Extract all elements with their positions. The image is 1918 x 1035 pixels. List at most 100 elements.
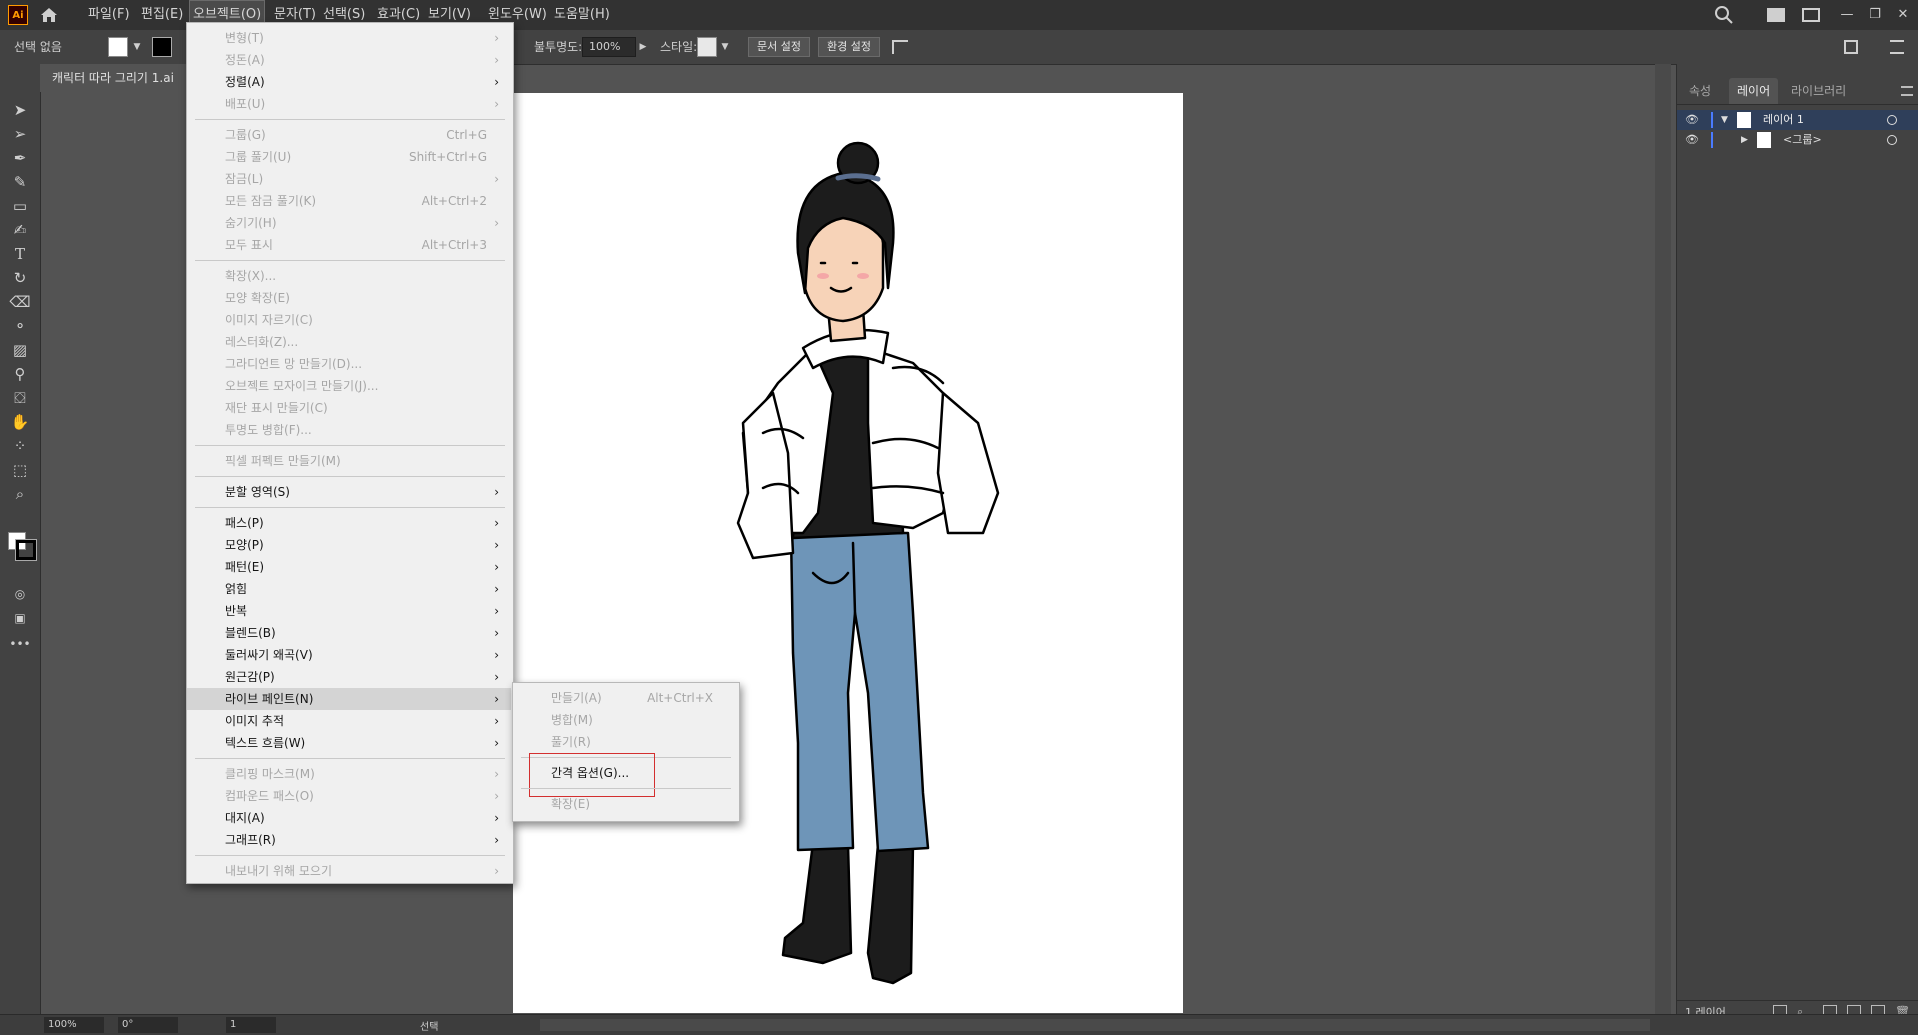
search-icon[interactable] <box>1714 5 1734 25</box>
object-menu-item[interactable]: 라이브 페인트(N) › <box>187 688 511 710</box>
menu-1[interactable]: 편집(E) <box>137 0 187 30</box>
object-menu-item[interactable]: 잠금(L) › <box>187 168 511 190</box>
fill-swatch[interactable] <box>108 37 128 57</box>
object-menu-item[interactable]: 이미지 자르기(C) <box>187 309 511 331</box>
object-menu-item[interactable]: 둘러싸기 왜곡(V) › <box>187 644 511 666</box>
live-paint-menu-item[interactable]: 확장(E) <box>513 793 737 815</box>
object-menu-item[interactable]: 모든 잠금 풀기(K) Alt+Ctrl+2 <box>187 190 511 212</box>
object-menu-item[interactable]: 모양(P) › <box>187 534 511 556</box>
rotation-field[interactable]: 0° <box>118 1017 178 1033</box>
object-menu-item[interactable]: 반복 › <box>187 600 511 622</box>
object-menu-item[interactable]: 원근감(P) › <box>187 666 511 688</box>
object-menu-item[interactable]: 패턴(E) › <box>187 556 511 578</box>
object-menu-item[interactable]: 레스터화(Z)... <box>187 331 511 353</box>
panel-options-icon[interactable] <box>1844 40 1858 54</box>
chevron-down-icon[interactable]: ▼ <box>130 37 144 57</box>
zoom-field[interactable]: 100% <box>44 1017 104 1033</box>
artboard-tool-icon[interactable]: ⬚ <box>8 460 32 480</box>
artboard[interactable] <box>513 93 1183 1013</box>
document-tab[interactable]: 캐릭터 따라 그리기 1.ai <box>40 64 191 92</box>
object-menu-item[interactable]: 확장(X)... <box>187 265 511 287</box>
object-menu-item[interactable]: 재단 표시 만들기(C) <box>187 397 511 419</box>
chevron-down-icon[interactable]: ▼ <box>1721 110 1728 130</box>
chevron-right-icon[interactable]: ▶ <box>1741 130 1748 150</box>
tab-properties[interactable]: 속성 <box>1681 78 1719 104</box>
object-menu-item[interactable]: 변형(T) › <box>187 27 511 49</box>
vertical-scrollbar[interactable] <box>1655 64 1671 1014</box>
rectangle-tool-icon[interactable]: ▭ <box>8 196 32 216</box>
object-menu-item[interactable]: 오브젝트 모자이크 만들기(J)... <box>187 375 511 397</box>
menu-8[interactable]: 도움말(H) <box>550 0 614 30</box>
menu-icon[interactable] <box>1890 40 1904 54</box>
object-menu-item[interactable]: 모양 확장(E) <box>187 287 511 309</box>
object-menu-item[interactable]: 그룹(G) Ctrl+G <box>187 124 511 146</box>
direct-selection-tool-icon[interactable]: ➢ <box>8 124 32 144</box>
object-menu-item[interactable]: 모두 표시 Alt+Ctrl+3 <box>187 234 511 256</box>
rotate-tool-icon[interactable]: ↻ <box>8 268 32 288</box>
object-menu-item[interactable]: 텍스트 흐름(W) › <box>187 732 511 754</box>
object-menu-item[interactable]: 그래프(R) › <box>187 829 511 851</box>
shape-builder-tool-icon[interactable]: ⚬ <box>8 316 32 336</box>
layer-name[interactable]: 레이어 1 <box>1763 110 1804 130</box>
stroke-color-box[interactable] <box>15 539 37 561</box>
layer-row[interactable]: 👁 ▼ 레이어 1 <box>1677 110 1918 130</box>
target-circle-icon[interactable] <box>1887 115 1897 125</box>
object-menu-item[interactable]: 정렬(A) › <box>187 71 511 93</box>
eraser-tool-icon[interactable]: ⌫ <box>8 292 32 312</box>
more-tools-icon[interactable]: ••• <box>8 634 32 654</box>
object-menu-item[interactable]: 배포(U) › <box>187 93 511 115</box>
symbol-sprayer-icon[interactable]: ⁘ <box>8 436 32 456</box>
tab-libraries[interactable]: 라이브러리 <box>1783 78 1854 104</box>
object-menu-item[interactable]: 얽힘 › <box>187 578 511 600</box>
visibility-eye-icon[interactable]: 👁 <box>1685 110 1699 130</box>
object-menu-item[interactable]: 투명도 병합(F)... <box>187 419 511 441</box>
curvature-tool-icon[interactable]: ✎ <box>8 172 32 192</box>
eyedropper-tool-icon[interactable]: ⚲ <box>8 364 32 384</box>
object-menu-item[interactable]: 내보내기 위해 모으기 › <box>187 860 511 882</box>
screen-mode-icon[interactable]: ▣ <box>8 608 32 628</box>
object-menu-item[interactable]: 이미지 추적 › <box>187 710 511 732</box>
object-menu-item[interactable]: 패스(P) › <box>187 512 511 534</box>
style-swatch[interactable] <box>697 37 717 57</box>
panel-menu-icon[interactable] <box>1901 86 1913 96</box>
object-menu-item[interactable]: 블렌드(B) › <box>187 622 511 644</box>
puppet-warp-tool-icon[interactable]: ✋ <box>8 412 32 432</box>
live-paint-bucket-icon[interactable]: ⛋ <box>8 388 32 408</box>
object-menu-item[interactable]: 대지(A) › <box>187 807 511 829</box>
opacity-input[interactable]: 100% <box>582 37 636 57</box>
live-paint-menu-item[interactable]: 병합(M) <box>513 709 737 731</box>
artboard-number-field[interactable]: 1 <box>226 1017 276 1033</box>
draw-mode-icon[interactable]: ◎ <box>8 584 32 604</box>
chevron-down-icon[interactable]: ▼ <box>718 37 732 57</box>
minimize-button[interactable]: — <box>1832 4 1862 26</box>
visibility-eye-icon[interactable]: 👁 <box>1685 130 1699 150</box>
object-menu-item[interactable]: 클리핑 마스크(M) › <box>187 763 511 785</box>
document-setup-button[interactable]: 문서 설정 <box>748 37 810 57</box>
object-menu-item[interactable]: 컴파운드 패스(O) › <box>187 785 511 807</box>
preferences-button[interactable]: 환경 설정 <box>818 37 880 57</box>
object-menu-item[interactable]: 정돈(A) › <box>187 49 511 71</box>
live-paint-menu-item[interactable]: 간격 옵션(G)... <box>513 753 737 797</box>
paintbrush-tool-icon[interactable]: ✍ <box>8 220 32 240</box>
object-menu-item[interactable]: 픽셀 퍼펙트 만들기(M) <box>187 450 511 472</box>
gradient-tool-icon[interactable]: ▨ <box>8 340 32 360</box>
layer-row[interactable]: 👁 ▶ <그룹> <box>1677 130 1918 150</box>
arrange-documents-icon[interactable] <box>1767 8 1785 22</box>
close-button[interactable]: ✕ <box>1888 4 1918 26</box>
live-paint-menu-item[interactable]: 만들기(A) Alt+Ctrl+X <box>513 687 737 709</box>
object-menu-item[interactable]: 그라디언트 망 만들기(D)... <box>187 353 511 375</box>
target-circle-icon[interactable] <box>1887 135 1897 145</box>
home-icon[interactable] <box>38 5 60 25</box>
tab-layers[interactable]: 레이어 <box>1729 78 1779 104</box>
zoom-tool-icon[interactable]: ⌕ <box>8 484 32 504</box>
type-tool-icon[interactable]: T <box>8 244 32 264</box>
restore-button[interactable]: ❐ <box>1860 4 1890 26</box>
live-paint-menu-item[interactable]: 풀기(R) <box>513 731 737 753</box>
object-menu-item[interactable]: 그룹 풀기(U) Shift+Ctrl+G <box>187 146 511 168</box>
pen-tool-icon[interactable]: ✒ <box>8 148 32 168</box>
arrange-icon[interactable] <box>892 40 908 54</box>
stroke-swatch[interactable] <box>152 37 172 57</box>
menu-0[interactable]: 파일(F) <box>84 0 134 30</box>
horizontal-scrollbar[interactable] <box>540 1019 1650 1031</box>
layer-name[interactable]: <그룹> <box>1783 130 1822 150</box>
